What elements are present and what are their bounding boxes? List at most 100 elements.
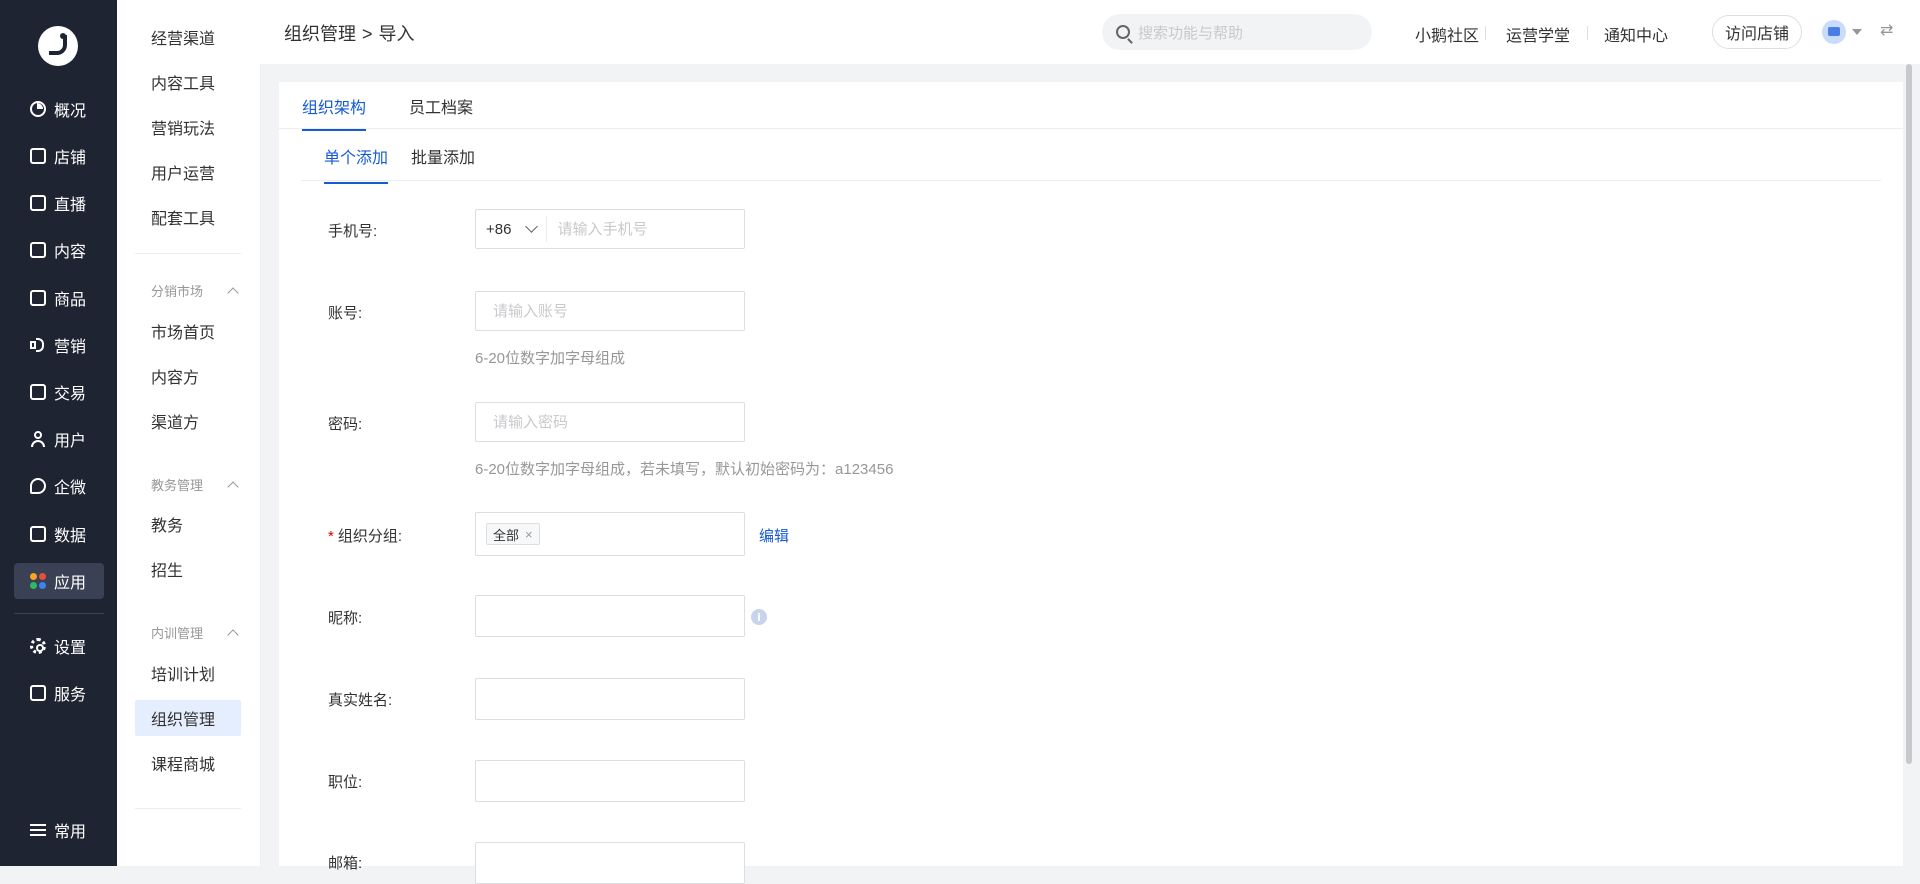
subnav-group-academic[interactable]: 教务管理 xyxy=(135,475,241,494)
product-icon xyxy=(30,290,46,306)
phone-label: 手机号: xyxy=(328,223,378,240)
main-card: 组织架构 员工档案 单个添加 批量添加 手机号: +86 账号: 6-20位数字… xyxy=(279,82,1903,884)
subnav-item-course-mall[interactable]: 课程商城 xyxy=(135,745,241,781)
group-select[interactable]: 全部 × xyxy=(475,512,745,556)
rail-item-user[interactable]: 用户 xyxy=(14,421,104,457)
rail-item-wecom[interactable]: 企微 xyxy=(14,468,104,504)
subnav-item-enrollment[interactable]: 招生 xyxy=(135,551,241,587)
subnav-item-content-side[interactable]: 内容方 xyxy=(135,358,241,394)
rail-item-live[interactable]: 直播 xyxy=(14,185,104,221)
rail-item-product[interactable]: 商品 xyxy=(14,280,104,316)
breadcrumb-separator: > xyxy=(362,24,373,44)
service-icon xyxy=(30,685,46,701)
scrollbar-thumb[interactable] xyxy=(1906,64,1912,764)
rail-item-label: 概况 xyxy=(54,103,87,120)
account-input[interactable] xyxy=(476,292,744,330)
subnav-divider xyxy=(135,808,241,809)
rail-item-marketing[interactable]: 营销 xyxy=(14,327,104,363)
breadcrumb-current: 导入 xyxy=(378,24,415,44)
dashboard-icon xyxy=(30,101,46,117)
breadcrumb: 组织管理 > 导入 xyxy=(284,20,415,46)
favorites-icon xyxy=(30,822,46,838)
rail-item-label: 商品 xyxy=(54,292,87,309)
rail-item-store[interactable]: 店铺 xyxy=(14,138,104,174)
rail-item-label: 企微 xyxy=(54,480,87,497)
subnav-item-content-tools[interactable]: 内容工具 xyxy=(135,64,241,100)
user-icon xyxy=(30,431,46,447)
subnav-item-channels[interactable]: 经营渠道 xyxy=(135,19,241,55)
subnav-item-marketing-play[interactable]: 营销玩法 xyxy=(135,109,241,145)
wecom-icon xyxy=(30,478,46,494)
visit-store-button[interactable]: 访问店铺 xyxy=(1712,15,1802,49)
subnav-group-training[interactable]: 内训管理 xyxy=(135,623,241,642)
subnav-item-support-tools[interactable]: 配套工具 xyxy=(135,199,241,235)
content-icon xyxy=(30,242,46,258)
position-label: 职位: xyxy=(328,774,363,791)
country-code-select[interactable]: +86 xyxy=(476,216,548,242)
required-mark: * xyxy=(328,528,334,545)
phone-input[interactable] xyxy=(547,210,744,248)
close-icon[interactable]: × xyxy=(525,528,533,541)
subnav-divider xyxy=(135,253,241,254)
tab-single-add[interactable]: 单个添加 xyxy=(324,144,389,184)
header-divider xyxy=(1485,26,1486,40)
caret-down-icon[interactable] xyxy=(1852,29,1862,35)
email-field xyxy=(475,842,745,884)
password-input[interactable] xyxy=(476,403,744,441)
rail-divider xyxy=(14,613,104,614)
rail-item-overview[interactable]: 概况 xyxy=(14,91,104,127)
rail-item-favorites[interactable]: 常用 xyxy=(14,812,104,848)
chevron-up-icon xyxy=(227,628,239,641)
rail-item-apps[interactable]: 应用 xyxy=(14,563,104,599)
app-logo-icon[interactable] xyxy=(38,26,78,66)
rail-item-label: 直播 xyxy=(54,197,87,214)
community-link[interactable]: 小鹅社区 xyxy=(1415,22,1479,46)
subnav-item-org-management[interactable]: 组织管理 xyxy=(135,700,241,736)
rail-item-settings[interactable]: 设置 xyxy=(14,628,104,664)
search-box[interactable]: 搜索功能与帮助 xyxy=(1102,14,1372,50)
tab-employee-records[interactable]: 员工档案 xyxy=(409,94,473,118)
real-name-label: 真实姓名: xyxy=(328,692,393,709)
edit-group-link[interactable]: 编辑 xyxy=(759,525,789,546)
password-help-text: 6-20位数字加字母组成，若未填写，默认初始密码为：a123456 xyxy=(475,461,894,478)
rail-item-trade[interactable]: 交易 xyxy=(14,374,104,410)
position-field xyxy=(475,760,745,802)
subnav-item-market-home[interactable]: 市场首页 xyxy=(135,313,241,349)
account-field xyxy=(475,291,745,331)
rail-item-label: 店铺 xyxy=(54,150,87,167)
subnav-item-user-ops[interactable]: 用户运营 xyxy=(135,154,241,190)
academy-link[interactable]: 运营学堂 xyxy=(1506,22,1570,46)
tab-batch-add[interactable]: 批量添加 xyxy=(411,144,475,168)
position-input[interactable] xyxy=(476,761,744,801)
notification-center-link[interactable]: 通知中心 xyxy=(1604,22,1668,46)
breadcrumb-parent[interactable]: 组织管理 xyxy=(284,24,356,44)
subnav-item-training-plan[interactable]: 培训计划 xyxy=(135,655,241,691)
store-icon xyxy=(30,148,46,164)
rail-item-label: 内容 xyxy=(54,244,87,261)
nickname-label: 昵称: xyxy=(328,610,363,627)
switch-icon[interactable] xyxy=(1880,20,1896,39)
secondary-tabs: 单个添加 批量添加 xyxy=(301,128,1881,184)
subnav-item-channel-side[interactable]: 渠道方 xyxy=(135,403,241,439)
info-icon[interactable]: i xyxy=(751,609,767,625)
tab-org-structure[interactable]: 组织架构 xyxy=(302,94,367,131)
search-placeholder: 搜索功能与帮助 xyxy=(1138,24,1244,42)
rail-item-label: 数据 xyxy=(54,528,87,545)
shop-avatar[interactable] xyxy=(1822,20,1846,44)
subnav-item-academic[interactable]: 教务 xyxy=(135,506,241,542)
password-label: 密码: xyxy=(328,416,363,433)
email-input[interactable] xyxy=(476,843,744,883)
real-name-input[interactable] xyxy=(476,679,744,719)
group-tag: 全部 × xyxy=(486,523,540,545)
nickname-input[interactable] xyxy=(476,596,744,636)
page-scrollbar[interactable] xyxy=(1906,64,1912,866)
rail-item-content[interactable]: 内容 xyxy=(14,232,104,268)
rail-item-service[interactable]: 服务 xyxy=(14,675,104,711)
rail-item-label: 设置 xyxy=(54,640,87,657)
settings-icon xyxy=(30,638,46,654)
secondary-sidebar: 经营渠道 内容工具 营销玩法 用户运营 配套工具 分销市场 市场首页 内容方 渠… xyxy=(117,0,261,866)
rail-item-data[interactable]: 数据 xyxy=(14,516,104,552)
marketing-icon xyxy=(30,337,46,353)
apps-icon xyxy=(30,573,46,589)
subnav-group-distribution[interactable]: 分销市场 xyxy=(135,281,241,300)
